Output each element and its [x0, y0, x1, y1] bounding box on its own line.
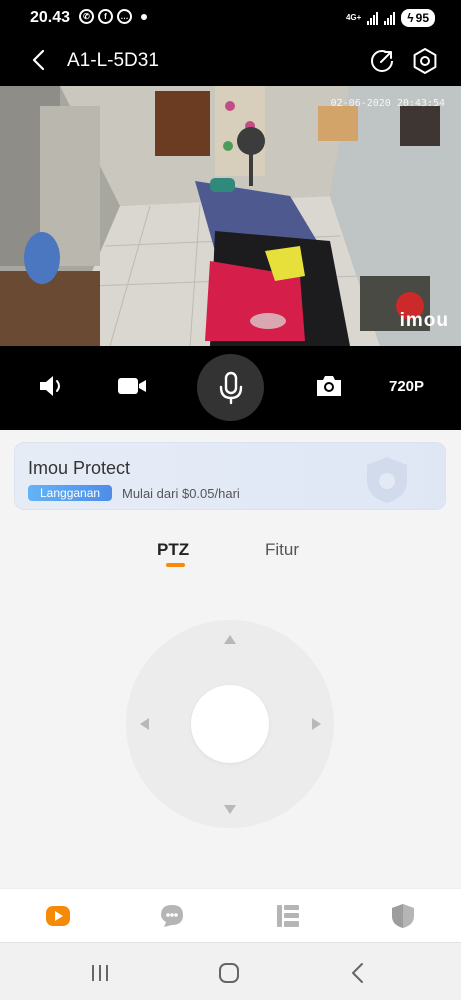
ptz-center-knob[interactable]	[191, 685, 269, 763]
active-tab-indicator	[166, 563, 185, 567]
message-icon[interactable]	[158, 902, 186, 930]
facebook-icon: f	[98, 9, 113, 24]
speaker-icon[interactable]	[32, 366, 72, 406]
back-icon[interactable]	[28, 48, 52, 72]
microphone-icon	[219, 371, 242, 404]
battery-indicator: ϟ 95	[401, 9, 435, 27]
chat-icon: …	[117, 9, 132, 24]
recents-icon[interactable]	[88, 961, 112, 985]
more-notifications-icon	[141, 14, 147, 20]
list-icon[interactable]	[274, 902, 302, 930]
shield-icon[interactable]	[389, 902, 417, 930]
signal-icon-2	[384, 11, 396, 25]
promo-title: Imou Protect	[28, 458, 131, 478]
whatsapp-icon: ✆	[79, 9, 94, 24]
play-icon[interactable]	[44, 902, 72, 930]
video-timestamp: 02-06-2020 20:43:54	[330, 98, 445, 109]
subscribe-badge[interactable]: Langganan	[28, 485, 113, 501]
promo-subtitle: Mulai dari $0.05/hari	[122, 486, 240, 501]
battery-level: 95	[415, 11, 429, 25]
camera-feed-image	[0, 86, 461, 346]
app-header: A1-L-5D31	[0, 36, 461, 86]
quality-selector[interactable]: 720P	[389, 378, 424, 395]
imou-watermark: imou	[399, 310, 449, 331]
imou-protect-banner[interactable]: Imou Protect Langganan Mulai dari $0.05/…	[14, 442, 446, 510]
bottom-nav	[0, 888, 461, 942]
status-time: 20.43	[30, 9, 71, 26]
ptz-right-icon[interactable]	[312, 718, 321, 730]
home-icon[interactable]	[217, 961, 241, 985]
camera-live-view[interactable]: 02-06-2020 20:43:54 imou	[0, 86, 461, 346]
ptz-up-icon[interactable]	[224, 635, 236, 644]
control-panel: Imou Protect Langganan Mulai dari $0.05/…	[0, 430, 461, 888]
system-navigation-bar	[0, 942, 461, 1000]
protect-shield-icon	[367, 457, 407, 503]
ptz-down-icon[interactable]	[224, 805, 236, 814]
tab-ptz[interactable]: PTZ	[157, 540, 189, 560]
signal-icon	[367, 11, 379, 25]
player-controls: 720P	[0, 346, 461, 430]
status-bar: 20.43 ✆ f … 4G+ ϟ 95	[0, 0, 461, 36]
network-type: 4G+	[345, 13, 362, 22]
settings-icon[interactable]	[411, 47, 439, 75]
tab-fitur[interactable]: Fitur	[265, 540, 299, 560]
record-icon[interactable]	[112, 366, 152, 406]
talk-button[interactable]	[197, 354, 264, 421]
back-nav-icon[interactable]	[346, 961, 370, 985]
page-title: A1-L-5D31	[67, 50, 159, 71]
ptz-joystick[interactable]	[126, 620, 334, 828]
camera-icon[interactable]	[309, 366, 349, 406]
ptz-left-icon[interactable]	[140, 718, 149, 730]
share-icon[interactable]	[369, 48, 395, 74]
